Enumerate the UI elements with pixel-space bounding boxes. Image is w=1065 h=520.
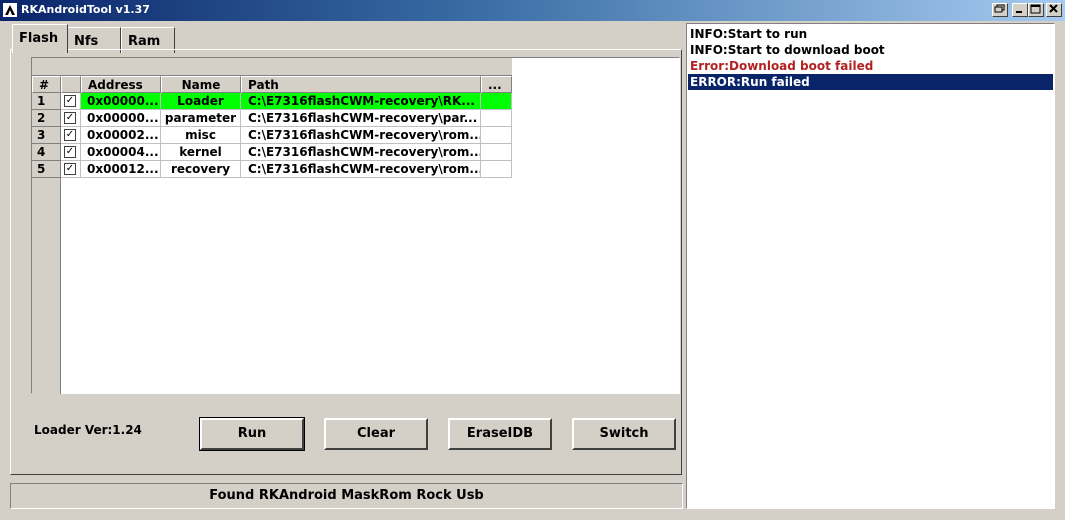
restore-icon[interactable] (992, 3, 1008, 17)
row-address[interactable]: 0x00004... (81, 144, 161, 161)
partition-table[interactable]: # Address Name Path ... 1 ✓ 0x00000... L… (31, 57, 680, 394)
left-pane: Flash Nfs Ram # Address Name Path ... 1 … (0, 21, 684, 520)
check-icon[interactable]: ✓ (64, 163, 76, 175)
row-number: 3 (32, 127, 61, 144)
row-checkbox[interactable]: ✓ (61, 93, 81, 110)
row-path[interactable]: C:\E7316flashCWM-recovery\RK... (241, 93, 481, 110)
row-more[interactable] (481, 161, 512, 178)
run-button[interactable]: Run (199, 417, 305, 451)
check-icon[interactable]: ✓ (64, 146, 76, 158)
close-icon[interactable] (1046, 3, 1062, 17)
check-icon[interactable]: ✓ (64, 129, 76, 141)
row-path[interactable]: C:\E7316flashCWM-recovery\rom... (241, 127, 481, 144)
table-top-band (32, 58, 512, 76)
row-address[interactable]: 0x00002... (81, 127, 161, 144)
row-more[interactable] (481, 93, 512, 110)
row-address[interactable]: 0x00000... (81, 93, 161, 110)
table-row[interactable]: 4 ✓ 0x00004... kernel C:\E7316flashCWM-r… (32, 144, 512, 161)
loader-version: Loader Ver:1.24 (34, 423, 142, 437)
row-path[interactable]: C:\E7316flashCWM-recovery\rom... (241, 161, 481, 178)
row-number: 2 (32, 110, 61, 127)
row-checkbox[interactable]: ✓ (61, 110, 81, 127)
window-title: RKAndroidTool v1.37 (21, 3, 150, 16)
row-name[interactable]: recovery (161, 161, 241, 178)
log-line[interactable]: INFO:Start to run (688, 26, 1053, 42)
erase-idb-button[interactable]: EraseIDB (448, 418, 552, 450)
log-list[interactable]: INFO:Start to run INFO:Start to download… (686, 23, 1055, 509)
row-more[interactable] (481, 144, 512, 161)
check-icon[interactable]: ✓ (64, 112, 76, 124)
row-path[interactable]: C:\E7316flashCWM-recovery\par... (241, 110, 481, 127)
row-more[interactable] (481, 127, 512, 144)
row-address[interactable]: 0x00012... (81, 161, 161, 178)
title-bar[interactable]: RKAndroidTool v1.37 (0, 0, 1065, 21)
tab-flash-label: Flash (19, 31, 59, 46)
tab-nfs-label: Nfs (74, 34, 99, 49)
row-name[interactable]: parameter (161, 110, 241, 127)
row-checkbox[interactable]: ✓ (61, 161, 81, 178)
switch-button[interactable]: Switch (572, 418, 676, 450)
minimize-icon[interactable] (1012, 3, 1028, 17)
table-row[interactable]: 2 ✓ 0x00000... parameter C:\E7316flashCW… (32, 110, 512, 127)
row-number: 1 (32, 93, 61, 110)
log-line[interactable]: INFO:Start to download boot (688, 42, 1053, 58)
row-path[interactable]: C:\E7316flashCWM-recovery\rom... (241, 144, 481, 161)
col-header-more[interactable]: ... (481, 76, 512, 93)
table-row[interactable]: 1 ✓ 0x00000... Loader C:\E7316flashCWM-r… (32, 93, 512, 110)
log-line-error[interactable]: Error:Download boot failed (688, 58, 1053, 74)
tab-ram-label: Ram (128, 34, 161, 49)
col-header-name[interactable]: Name (161, 76, 241, 93)
row-checkbox[interactable]: ✓ (61, 144, 81, 161)
status-bar: Found RKAndroid MaskRom Rock Usb (10, 483, 683, 509)
row-number: 5 (32, 161, 61, 178)
app-icon (3, 3, 17, 17)
col-header-path[interactable]: Path (241, 76, 481, 93)
table-row[interactable]: 5 ✓ 0x00012... recovery C:\E7316flashCWM… (32, 161, 512, 178)
row-name[interactable]: kernel (161, 144, 241, 161)
col-header-num[interactable]: # (32, 76, 61, 93)
maximize-icon[interactable] (1028, 3, 1044, 17)
row-name[interactable]: Loader (161, 93, 241, 110)
row-checkbox[interactable]: ✓ (61, 127, 81, 144)
row-more[interactable] (481, 110, 512, 127)
tab-flash[interactable]: Flash (12, 24, 68, 53)
row-name[interactable]: misc (161, 127, 241, 144)
check-icon[interactable]: ✓ (64, 95, 76, 107)
row-number: 4 (32, 144, 61, 161)
col-header-address[interactable]: Address (81, 76, 161, 93)
log-line-selected[interactable]: ERROR:Run failed (688, 74, 1053, 90)
row-address[interactable]: 0x00000... (81, 110, 161, 127)
col-header-check[interactable] (61, 76, 81, 93)
table-row[interactable]: 3 ✓ 0x00002... misc C:\E7316flashCWM-rec… (32, 127, 512, 144)
clear-button[interactable]: Clear (324, 418, 428, 450)
